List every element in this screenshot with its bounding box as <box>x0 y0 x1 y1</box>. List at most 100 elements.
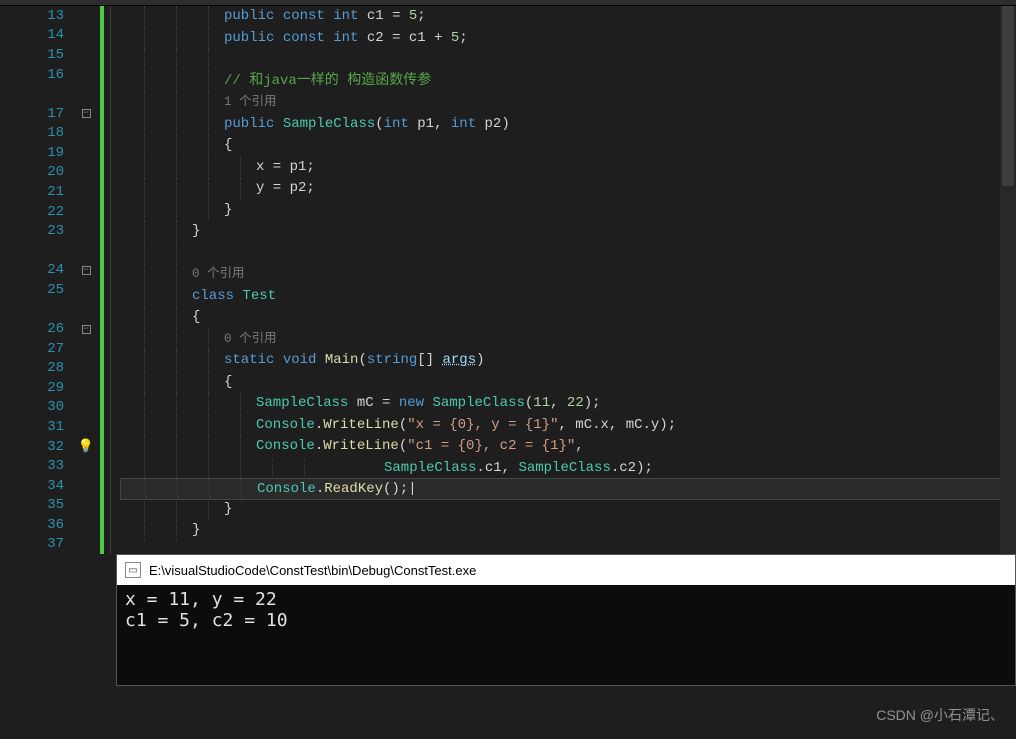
code-line[interactable]: } <box>120 520 1016 542</box>
gutter-row: 29 <box>0 378 100 398</box>
vertical-scrollbar[interactable] <box>1000 6 1016 554</box>
code-text: { <box>192 309 200 325</box>
indent-guide <box>176 372 177 394</box>
code-line[interactable]: public const int c1 = 5; <box>120 6 1016 28</box>
code-line[interactable] <box>120 243 1016 265</box>
code-line[interactable]: Console.ReadKey();| <box>120 478 1016 500</box>
console-titlebar[interactable]: ▭ E:\visualStudioCode\ConstTest\bin\Debu… <box>117 555 1015 585</box>
line-number: 34 <box>0 478 72 494</box>
code-line[interactable]: 0 个引用 <box>120 264 1016 286</box>
indent-guide <box>241 479 242 499</box>
line-number: 32 <box>0 439 72 455</box>
code-line[interactable]: } <box>120 499 1016 521</box>
gutter-row: 13 <box>0 6 100 26</box>
code-line[interactable]: } <box>120 200 1016 222</box>
code-line[interactable]: SampleClass.c1, SampleClass.c2); <box>120 458 1016 480</box>
indent-guide <box>144 372 145 394</box>
code-line[interactable]: } <box>120 221 1016 243</box>
indent-guide <box>240 178 241 200</box>
code-text: } <box>224 501 232 517</box>
code-line[interactable]: { <box>120 307 1016 329</box>
fold-toggle[interactable]: − <box>82 325 91 334</box>
line-number: 37 <box>0 536 72 552</box>
code-line[interactable]: public const int c2 = c1 + 5; <box>120 28 1016 50</box>
indent-guide <box>176 71 177 93</box>
code-line[interactable]: 1 个引用 <box>120 92 1016 114</box>
code-text: // 和java一样的 构造函数传参 <box>224 73 431 89</box>
indent-guide <box>240 436 241 458</box>
gutter-row: 18 <box>0 123 100 143</box>
margin-bars <box>100 6 120 554</box>
indent-guide <box>144 178 145 200</box>
code-area[interactable]: public const int c1 = 5; public const int… <box>120 6 1016 554</box>
code-line[interactable]: x = p1; <box>120 157 1016 179</box>
code-text: class Test <box>192 288 276 304</box>
indent-guide <box>176 415 177 437</box>
indent-guide <box>240 415 241 437</box>
gutter-row: 35 <box>0 495 100 515</box>
indent-guide <box>208 6 209 28</box>
indent-guide <box>144 329 145 351</box>
line-gutter: 1314151617−18192021222324−2526−272829303… <box>0 6 100 554</box>
gutter-row: 30 <box>0 398 100 418</box>
gutter-row: 36 <box>0 515 100 535</box>
indent-guide <box>144 114 145 136</box>
indent-guide <box>176 393 177 415</box>
code-line[interactable]: public SampleClass(int p1, int p2) <box>120 114 1016 136</box>
code-line[interactable]: // 和java一样的 构造函数传参 <box>120 71 1016 93</box>
line-number: 30 <box>0 399 72 415</box>
scrollbar-thumb[interactable] <box>1002 6 1014 186</box>
indent-guide <box>208 200 209 222</box>
code-text: } <box>192 223 200 239</box>
code-line[interactable]: static void Main(string[] args) <box>120 350 1016 372</box>
indent-guide <box>208 458 209 480</box>
code-text: x = p1; <box>256 159 315 175</box>
indent-guide <box>208 499 209 521</box>
code-text: { <box>224 137 232 153</box>
code-line[interactable]: { <box>120 372 1016 394</box>
indent-guide <box>208 135 209 157</box>
fold-toggle[interactable]: − <box>82 266 91 275</box>
code-line[interactable]: 0 个引用 <box>120 329 1016 351</box>
indent-guide <box>304 458 305 480</box>
indent-guide <box>177 479 178 499</box>
code-line[interactable]: { <box>120 135 1016 157</box>
indent-guide <box>208 49 209 71</box>
code-line[interactable]: class Test <box>120 286 1016 308</box>
indent-guide <box>144 350 145 372</box>
indent-guide <box>208 415 209 437</box>
indent-guide <box>144 92 145 114</box>
line-number: 33 <box>0 458 72 474</box>
gutter-row: 24− <box>0 261 100 281</box>
indent-guide <box>208 114 209 136</box>
indent-guide <box>145 479 146 499</box>
code-line[interactable]: y = p2; <box>120 178 1016 200</box>
indent-guide <box>144 393 145 415</box>
line-number: 21 <box>0 184 72 200</box>
gutter-row: 19 <box>0 143 100 163</box>
fold-toggle[interactable]: − <box>82 109 91 118</box>
code-line[interactable] <box>120 49 1016 71</box>
indent-guide <box>144 243 145 265</box>
indent-guide <box>176 264 177 286</box>
code-line[interactable]: SampleClass mC = new SampleClass(11, 22)… <box>120 393 1016 415</box>
lightbulb-icon[interactable]: 💡 <box>78 439 94 454</box>
indent-guide <box>208 350 209 372</box>
indent-guide <box>144 6 145 28</box>
code-text: Console.ReadKey();| <box>257 481 417 497</box>
indent-guide <box>240 393 241 415</box>
indent-guide <box>272 458 273 480</box>
indent-guide <box>240 458 241 480</box>
code-editor[interactable]: 1314151617−18192021222324−2526−272829303… <box>0 6 1016 554</box>
code-text: public const int c2 = c1 + 5; <box>224 30 468 46</box>
gutter-row: 22 <box>0 202 100 222</box>
gutter-row: 21 <box>0 182 100 202</box>
indent-guide <box>208 71 209 93</box>
indent-guide <box>144 286 145 308</box>
code-line[interactable]: Console.WriteLine("c1 = {0}, c2 = {1}", <box>120 436 1016 458</box>
line-number: 25 <box>0 282 72 298</box>
indent-guide <box>144 71 145 93</box>
line-number: 27 <box>0 341 72 357</box>
code-line[interactable]: Console.WriteLine("x = {0}, y = {1}", mC… <box>120 415 1016 437</box>
code-text: public const int c1 = 5; <box>224 8 426 24</box>
